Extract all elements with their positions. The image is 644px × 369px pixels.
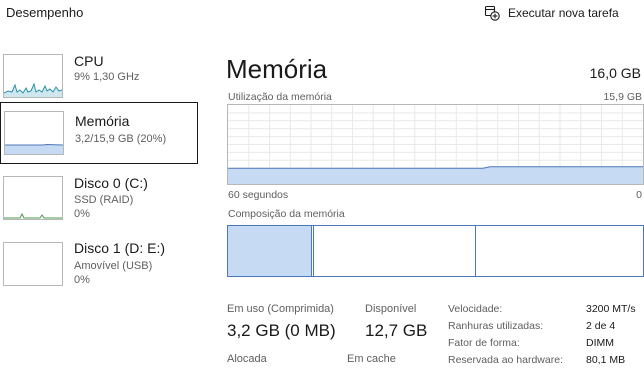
sidebar-item-title: CPU: [74, 53, 104, 69]
speed-value: 3200 MT/s: [586, 303, 636, 315]
committed-label: Alocada: [227, 353, 267, 365]
composition-in-use-segment: [228, 226, 312, 276]
disk-0-thumbnail-graph: [3, 176, 63, 220]
run-new-task-label: Executar nova tarefa: [508, 6, 619, 20]
form-factor-key: Fator de forma:: [448, 337, 520, 349]
page-title: Desempenho: [6, 5, 84, 20]
memory-composition-bar: [227, 225, 644, 277]
sidebar-item-cpu[interactable]: CPU 9% 1,30 GHz: [0, 46, 198, 108]
sidebar-item-title: Disco 0 (C:): [74, 175, 148, 191]
in-use-value: 3,2 GB (0 MB): [227, 321, 336, 340]
sidebar-item-subtitle: Amovível (USB): [74, 260, 153, 272]
form-factor-value: DIMM: [586, 337, 614, 349]
sidebar-item-subtitle: 3,2/15,9 GB (20%): [75, 133, 167, 145]
in-use-label: Em uso (Comprimida): [227, 303, 334, 315]
new-task-icon: [484, 5, 500, 21]
memory-composition-label: Composição da memória: [228, 208, 345, 220]
sidebar-item-title: Disco 1 (D: E:): [74, 240, 166, 256]
memory-heading: Memória: [226, 54, 328, 84]
sidebar-item-usage: 0%: [74, 274, 90, 286]
available-label: Disponível: [365, 303, 417, 315]
available-value: 12,7 GB: [365, 321, 428, 340]
memory-usage-label: Utilização da memória: [228, 91, 332, 103]
composition-standby-segment: [314, 226, 476, 276]
speed-key: Velocidade:: [448, 303, 503, 315]
memory-thumbnail-graph: [4, 111, 64, 155]
sidebar-item-memory[interactable]: Memória 3,2/15,9 GB (20%): [0, 102, 198, 164]
time-span-label: 60 segundos: [228, 189, 289, 201]
sidebar-item-disk-0[interactable]: Disco 0 (C:) SSD (RAID) 0%: [0, 168, 198, 230]
hardware-reserved-key: Reservada ao hardware:: [448, 354, 563, 366]
sidebar-item-disk-1[interactable]: Disco 1 (D: E:) Amovível (USB) 0%: [0, 234, 198, 296]
slots-used-key: Ranhuras utilizadas:: [448, 320, 544, 332]
time-end-label: 0: [636, 189, 642, 201]
sidebar-item-usage: 0%: [74, 208, 90, 220]
memory-total: 16,0 GB: [589, 65, 641, 81]
sidebar-item-subtitle: 9% 1,30 GHz: [74, 71, 140, 83]
run-new-task-button[interactable]: Executar nova tarefa: [484, 3, 619, 23]
slots-used-value: 2 de 4: [586, 320, 616, 332]
hardware-reserved-value: 80,1 MB: [586, 354, 626, 366]
memory-usage-graph: [227, 104, 644, 185]
sidebar-item-subtitle: SSD (RAID): [74, 194, 134, 206]
sidebar-item-title: Memória: [75, 113, 130, 129]
title-bar: Desempenho Executar nova tarefa: [0, 0, 644, 32]
cpu-thumbnail-graph: [3, 54, 63, 98]
disk-1-thumbnail-graph: [3, 242, 63, 286]
cached-label: Em cache: [347, 353, 396, 365]
memory-usage-area: [228, 166, 643, 184]
composition-free-segment: [476, 226, 643, 276]
memory-usage-max: 15,9 GB: [603, 91, 642, 103]
